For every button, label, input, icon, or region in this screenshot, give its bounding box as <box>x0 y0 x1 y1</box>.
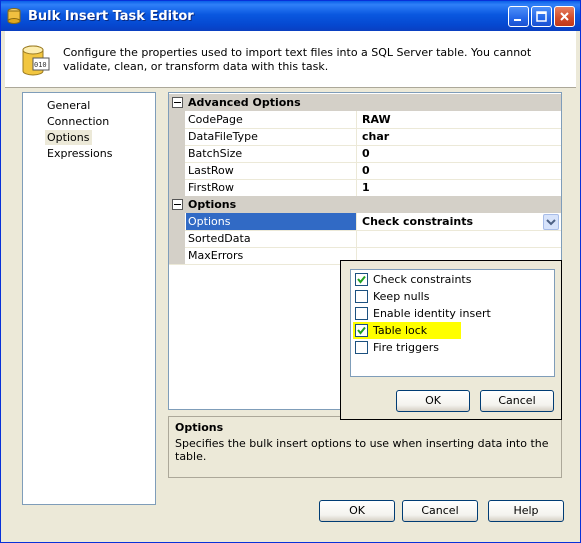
collapse-icon[interactable] <box>172 97 183 108</box>
checkbox[interactable] <box>355 273 368 286</box>
nav-item-options[interactable]: Options <box>45 130 93 145</box>
property-name: CodePage <box>188 111 357 128</box>
svg-text:010: 010 <box>34 61 47 69</box>
help-button[interactable]: Help <box>488 500 564 522</box>
dropdown-button[interactable] <box>543 214 559 230</box>
popup-ok-button[interactable]: OK <box>396 390 470 412</box>
property-value[interactable]: 0 <box>362 162 370 179</box>
checkbox[interactable] <box>355 307 368 320</box>
collapse-icon[interactable] <box>172 199 183 210</box>
property-value[interactable]: RAW <box>362 111 391 128</box>
property-row-options[interactable]: Options Check constraints <box>169 213 561 231</box>
property-row-lastrow[interactable]: LastRow 0 <box>169 162 561 180</box>
database-cylinder-icon: 010 <box>21 45 51 82</box>
checkbox-label: Keep nulls <box>373 290 430 303</box>
header-panel: 010 Configure the properties used to imp… <box>5 31 576 88</box>
title-bar[interactable]: Bulk Insert Task Editor <box>1 1 580 31</box>
row-gutter <box>169 145 185 162</box>
category-advanced-options[interactable]: Advanced Options <box>169 94 561 111</box>
close-button[interactable] <box>554 6 575 27</box>
header-description: Configure the properties used to import … <box>63 46 532 73</box>
window-title: Bulk Insert Task Editor <box>28 9 194 24</box>
row-gutter <box>169 230 185 247</box>
row-gutter <box>169 162 185 179</box>
checkbox[interactable] <box>355 341 368 354</box>
property-name: DataFileType <box>188 128 357 145</box>
property-name: LastRow <box>188 162 357 179</box>
help-description: Specifies the bulk insert options to use… <box>175 437 549 463</box>
checkbox-label: Check constraints <box>373 273 472 286</box>
property-name: BatchSize <box>188 145 357 162</box>
property-row-firstrow[interactable]: FirstRow 1 <box>169 179 561 197</box>
task-app-icon <box>7 8 21 24</box>
property-value[interactable]: 1 <box>362 179 370 196</box>
checkbox-label: Fire triggers <box>373 341 440 354</box>
minimize-button[interactable] <box>508 6 529 27</box>
category-options[interactable]: Options <box>169 196 561 213</box>
page-navigation-list: General Connection Options Expressions <box>22 92 156 505</box>
help-title: Options <box>175 421 224 434</box>
property-name: FirstRow <box>188 179 357 196</box>
category-label: Advanced Options <box>188 96 301 109</box>
checkbox[interactable] <box>355 290 368 303</box>
dialog-window: Bulk Insert Task Editor 010 Configure th… <box>0 0 581 543</box>
property-name: MaxErrors <box>188 247 357 264</box>
nav-item-general[interactable]: General <box>45 98 93 113</box>
nav-item-connection[interactable]: Connection <box>45 114 112 129</box>
cancel-button[interactable]: Cancel <box>402 500 478 522</box>
row-gutter <box>169 111 185 128</box>
row-gutter <box>169 247 185 264</box>
checkbox-label: Table lock <box>373 324 428 337</box>
property-row-datafiletype[interactable]: DataFileType char <box>169 128 561 146</box>
property-value[interactable]: char <box>362 128 389 145</box>
property-name: SortedData <box>188 230 357 247</box>
property-row-sorteddata[interactable]: SortedData <box>169 230 561 248</box>
chevron-down-icon <box>546 219 556 226</box>
row-gutter <box>169 128 185 145</box>
checklist-item-table-lock[interactable]: Table lock <box>353 322 461 339</box>
checkmark-icon <box>357 275 366 284</box>
property-row-codepage[interactable]: CodePage RAW <box>169 111 561 129</box>
property-row-batchsize[interactable]: BatchSize 0 <box>169 145 561 163</box>
popup-cancel-button[interactable]: Cancel <box>480 390 554 412</box>
ok-button[interactable]: OK <box>319 500 395 522</box>
dialog-client: 010 Configure the properties used to imp… <box>5 31 576 538</box>
property-name: Options <box>186 213 357 230</box>
options-checklist: Check constraints Keep nulls Enable iden… <box>350 269 555 377</box>
help-panel: Options Specifies the bulk insert option… <box>168 416 562 478</box>
nav-item-expressions[interactable]: Expressions <box>45 146 115 161</box>
row-gutter <box>169 179 185 196</box>
checkbox[interactable] <box>355 324 368 337</box>
row-gutter <box>169 213 185 230</box>
property-value[interactable]: Check constraints <box>362 213 473 230</box>
property-value[interactable]: 0 <box>362 145 370 162</box>
checkbox-label: Enable identity insert <box>373 307 491 320</box>
options-dropdown-popup: Check constraints Keep nulls Enable iden… <box>340 260 562 420</box>
checkmark-icon <box>357 326 366 335</box>
maximize-button[interactable] <box>531 6 552 27</box>
category-label: Options <box>188 198 237 211</box>
